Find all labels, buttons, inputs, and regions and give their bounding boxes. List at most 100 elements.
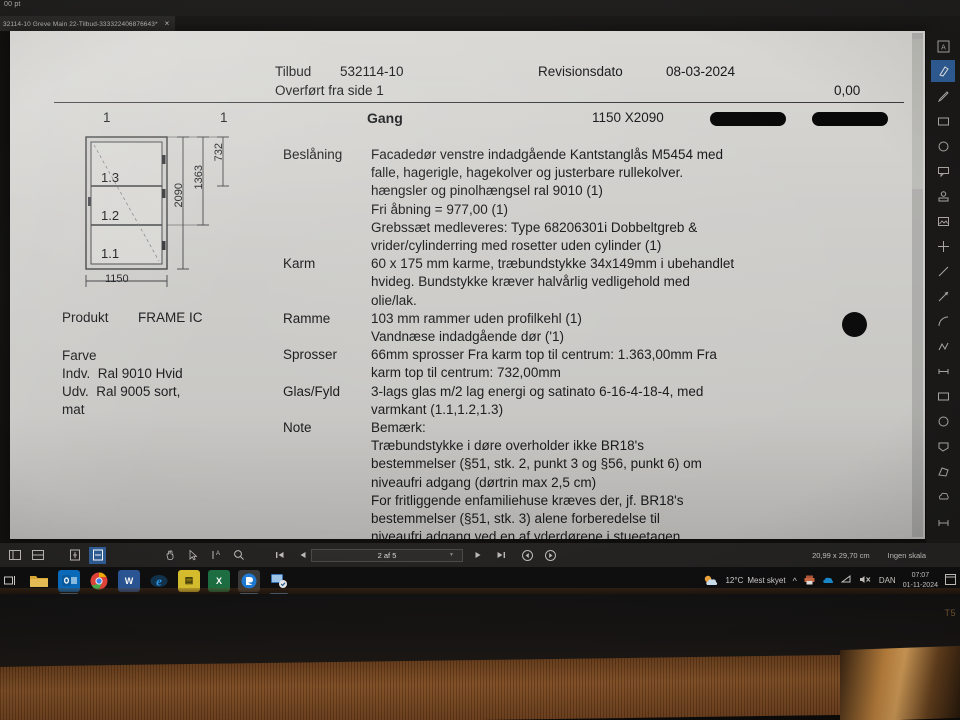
annotate-icon[interactable]: A	[931, 35, 955, 57]
farve-indv: Indv. Ral 9010 Hvid	[62, 366, 183, 381]
area-icon[interactable]	[931, 460, 955, 482]
split-horizontal-icon[interactable]	[29, 547, 46, 564]
document-status: 20,99 x 29,70 cm Ingen skala	[812, 543, 926, 567]
close-icon[interactable]: ×	[165, 20, 170, 28]
page-size-label: 20,99 x 29,70 cm	[812, 550, 870, 560]
item-room-name: Gang	[367, 110, 403, 126]
spec-line: olie/lak.	[371, 292, 417, 308]
spec-line: bestemmelser (§51, stk. 2, punkt 3 og §5…	[371, 456, 702, 472]
farve-udv: Udv. Ral 9005 sort,	[62, 384, 180, 399]
spec-row-sprosser: Sprosser 66mm sprosser Fra karm top til …	[283, 346, 843, 382]
udv-value: Ral 9005 sort,	[96, 384, 181, 399]
spec-line: niveaufri adgang (dørtrin max 2,5 cm)	[371, 474, 597, 490]
cloud-icon[interactable]	[931, 485, 955, 507]
spec-line: falle, hagerigle, hagekolver og justerba…	[371, 165, 684, 181]
spec-key: Glas/Fyld	[283, 383, 341, 399]
weather-temp: 12°C	[725, 576, 744, 585]
udv-label: Udv.	[62, 384, 89, 399]
first-page-icon[interactable]	[271, 547, 288, 564]
redaction-dot	[842, 312, 867, 337]
svg-text:A: A	[941, 44, 946, 51]
spec-value: 103 mm rammer uden profilkehl (1) Vandnæ…	[371, 310, 843, 346]
image-insert-icon[interactable]	[931, 210, 955, 232]
network-icon[interactable]	[840, 575, 852, 586]
onedrive-icon[interactable]	[822, 575, 834, 586]
stamp-icon[interactable]	[931, 185, 955, 207]
app-titlebar: 00 pt 32114-10 Greve Main 22-Tilbud-3333…	[0, 0, 960, 32]
rectangle-icon[interactable]	[931, 385, 955, 407]
printer-icon[interactable]	[804, 575, 815, 587]
chevron-up-icon[interactable]: ^	[793, 576, 797, 586]
language-indicator[interactable]: DAN	[879, 576, 896, 585]
farve-label: Farve	[62, 348, 97, 363]
pan-hand-icon[interactable]	[161, 547, 178, 564]
spec-value: 60 x 175 mm karme, træbundstykke 34x149m…	[371, 255, 843, 310]
crosshair-icon[interactable]	[931, 235, 955, 257]
select-arrow-icon[interactable]	[184, 547, 201, 564]
revision-date-label: Revisionsdato	[538, 64, 623, 79]
volume-muted-icon[interactable]	[859, 575, 872, 586]
monitor-stand	[840, 645, 960, 720]
carried-forward-value: 0,00	[834, 83, 861, 98]
arc-icon[interactable]	[931, 310, 955, 332]
spec-line: 66mm sprosser Fra karm top til centrum: …	[371, 347, 717, 363]
prev-page-icon[interactable]	[294, 547, 311, 564]
ellipse-icon[interactable]	[931, 135, 955, 157]
spec-row-beslaaning: Beslåning Facadedør venstre indadgående …	[283, 146, 843, 255]
page-number-input[interactable]: 2 af 5 ▼	[311, 548, 463, 562]
spec-line: varmkant (1.1,1.2,1.3)	[371, 401, 504, 417]
weather-widget[interactable]: 12°C Mest skyet	[703, 574, 786, 588]
spec-line: Træbundstykke i døre overholder ikke BR1…	[371, 438, 644, 454]
page-scrollbar-thumb[interactable]	[912, 39, 923, 189]
page-scrollbar[interactable]	[912, 33, 923, 537]
fit-width-icon[interactable]	[89, 546, 106, 564]
spec-line: Vandnæse indadgående dør ('1)	[371, 329, 564, 345]
spec-line: hængsler og pinolhængsel ral 9010 (1)	[371, 183, 603, 199]
text-tool-icon[interactable]: A	[207, 547, 224, 564]
header-divider	[54, 102, 904, 103]
document-tab-label: 32114-10 Greve Main 22-Tilbud-3333224068…	[3, 20, 158, 28]
chevron-down-icon[interactable]: ▼	[449, 552, 454, 558]
door-drawing: 1.3 1.2 1.1 1150 2090 1363 732	[77, 129, 277, 304]
indv-label: Indv.	[62, 366, 91, 381]
arrow-icon[interactable]	[931, 285, 955, 307]
spec-line: bestemmelser (§51, stk. 3) alene forbere…	[371, 511, 660, 527]
document-workspace[interactable]: Tilbud 532114-10 Revisionsdato 08-03-202…	[0, 31, 960, 543]
document-toolbar[interactable]: A 2 af 5 ▼ 20,99 x 29,70 cm Ingen skala	[0, 543, 960, 567]
scale-label: Ingen skala	[887, 550, 926, 560]
spec-line: hvideg. Bundstykke kræver halvårlig vedl…	[371, 274, 690, 290]
document-tab[interactable]: 32114-10 Greve Main 22-Tilbud-3333224068…	[0, 16, 176, 32]
notification-center-icon[interactable]	[945, 574, 956, 587]
spec-row-glas-fyld: Glas/Fyld 3-lags glas m/2 lag energi og …	[283, 383, 843, 419]
rotate-left-icon[interactable]	[519, 547, 536, 564]
fit-page-icon[interactable]	[66, 547, 83, 564]
panel-label-1-2: 1.2	[101, 208, 120, 223]
polygon-icon[interactable]	[931, 435, 955, 457]
spec-value: Facadedør venstre indadgående Kantstangl…	[371, 146, 843, 255]
pencil-icon[interactable]	[931, 85, 955, 107]
zoom-tool-icon[interactable]	[230, 547, 247, 564]
next-page-icon[interactable]	[469, 547, 486, 564]
spec-line: Grebssæt medleveres: Type 68206301i Dobb…	[371, 219, 698, 235]
spec-line: 103 mm rammer uden profilkehl (1)	[371, 310, 582, 326]
svg-text:e: e	[156, 573, 162, 588]
spec-line: 3-lags glas m/2 lag energi og satinato 6…	[371, 383, 704, 399]
spec-row-note: Note Bemærk: Træbundstykke i døre overho…	[283, 419, 843, 539]
split-view-icon[interactable]	[6, 547, 23, 564]
tab-strip: 32114-10 Greve Main 22-Tilbud-3333224068…	[0, 16, 960, 32]
rotate-right-icon[interactable]	[542, 547, 559, 564]
spec-key: Ramme	[283, 310, 331, 326]
highlight-pen-icon[interactable]	[931, 60, 955, 82]
last-page-icon[interactable]	[492, 547, 509, 564]
line-icon[interactable]	[931, 260, 955, 282]
circle-icon[interactable]	[931, 410, 955, 432]
dimension-icon[interactable]	[931, 510, 955, 532]
dim-height-label: 2090	[173, 183, 185, 208]
callout-icon[interactable]	[931, 160, 955, 182]
spec-key: Beslåning	[283, 147, 343, 162]
dim-1363-label: 1363	[193, 165, 205, 190]
rectangle-note-icon[interactable]	[931, 110, 955, 132]
measure-icon[interactable]	[931, 360, 955, 382]
polyline-icon[interactable]	[931, 335, 955, 357]
annotation-toolbar[interactable]: A	[926, 31, 960, 543]
